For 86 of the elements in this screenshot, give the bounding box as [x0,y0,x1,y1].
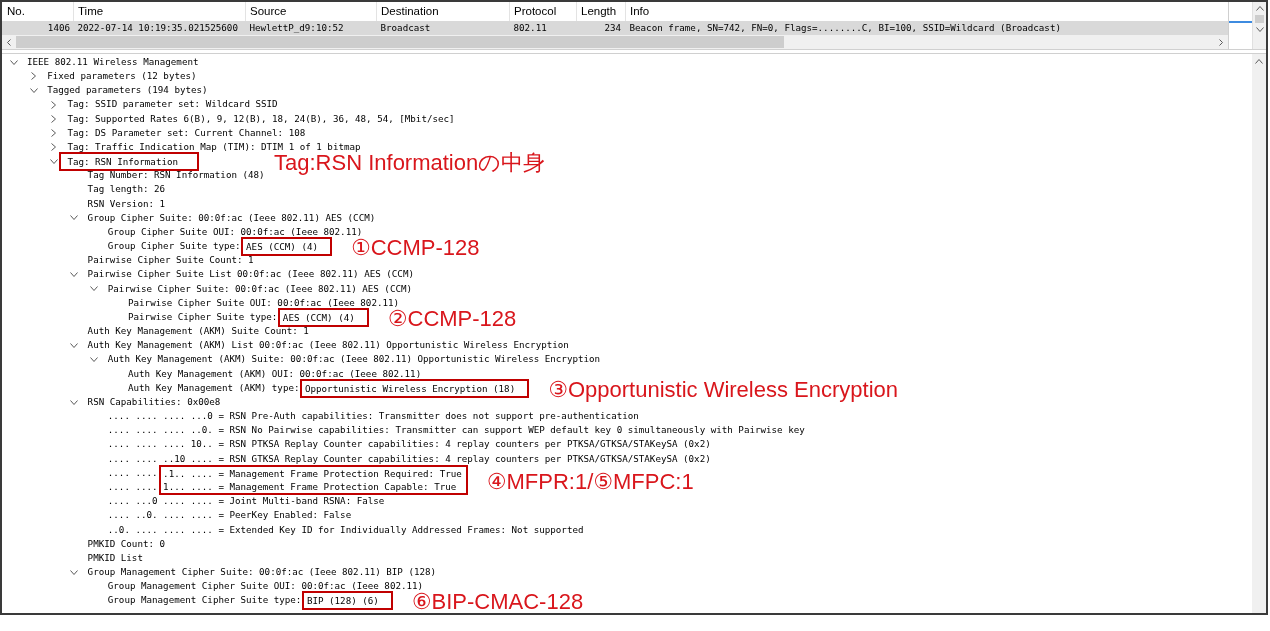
tree-row-text[interactable]: .... ...0 .... .... = Joint Multi-band RSNA: False [107,496,385,507]
tree-row-text[interactable]: RSN Version: 1 [87,198,166,210]
tree-row-text[interactable]: Tag: SSID parameter set: Wildcard SSID [67,99,278,110]
chevron-right-icon[interactable] [1219,38,1223,46]
tree-row-text[interactable]: PMKID List [87,552,143,564]
tree-row-text[interactable]: .... .... [107,480,158,495]
chevron-down-icon[interactable] [49,158,58,164]
tree-row-text[interactable]: PMKID Count: 0 [87,538,166,550]
chevron-down-icon[interactable] [90,286,99,292]
tree-row-text[interactable]: Tag length: 26 [87,184,166,195]
scrollbar-thumb[interactable] [1255,15,1264,23]
tree-row-text[interactable]: .... ..0. .... .... = PeerKey Enabled: False [107,510,352,521]
annotation-label: ①CCMP-128 [351,237,480,258]
column-header[interactable]: No. [2,2,73,21]
vertical-scrollbar[interactable] [1253,2,1266,49]
tree-row-text[interactable]: Auth Key Management (AKM) List 00:0f:ac (Ieee 802.11) Opportunistic Wireless Encryption [87,340,569,351]
chevron-down-icon[interactable] [29,87,38,93]
table-cell-text: 234 [603,21,622,35]
selection-marker-icon [1229,21,1252,23]
chevron-up-icon[interactable] [1255,59,1263,64]
tree-row-text[interactable]: Group Cipher Suite type: [107,241,241,252]
tree-row-text[interactable]: Auth Key Management (AKM) Suite: 00:0f:ac (Ieee 802.11) Opportunistic Wireless Encryption [107,354,601,365]
chevron-down-icon[interactable] [70,569,79,575]
table-cell-text: 1406 [46,21,71,35]
tree-row-text[interactable]: Pairwise Cipher Suite: 00:0f:ac (Ieee 802.11) AES (CCM) [107,283,413,295]
tree-row-text[interactable]: IEEE 802.11 Wireless Management [27,56,199,68]
tree-row-text[interactable]: Tag: Traffic Indication Map (TIM): DTIM 1 of 1 bitmap [67,141,361,153]
tree-row-text[interactable]: Auth Key Management (AKM) OUI: 00:0f:ac (Ieee 802.11) [128,368,422,380]
highlighted-value[interactable]: AES (CCM) (4) [241,236,332,256]
vertical-scrollbar[interactable] [1252,54,1266,613]
highlighted-value[interactable]: AES (CCM) (4) [277,307,369,327]
packet-row[interactable]: 1406 2022-07-14 10:19:35.021525600 HewlettP_d9:10:52 Broadcast 802.11 234 Beacon frame, SN=742, FN=0, Flags=........C, BI=100, SSID=Wildcard (Broadcast) [2,21,1228,35]
tree-row-text[interactable]: .... .... .... ..0. = RSN No Pairwise capabilities: Transmitter can support WEP default key 0 simultaneously with Pairwise key [107,425,805,436]
chevron-down-icon[interactable] [70,399,79,405]
tree-row-text[interactable]: Group Management Cipher Suite: 00:0f:ac (Ieee 802.11) BIP (128) [87,567,437,578]
tree-row-text[interactable]: Tag: Supported Rates 6(B), 9, 12(B), 18, 24(B), 36, 48, 54, [Mbit/sec] [67,113,455,124]
tree-row-text[interactable]: Pairwise Cipher Suite Count: 1 [87,255,254,266]
tree-row-text[interactable]: .... .... .... ...0 = RSN Pre-Auth capabilities: Transmitter does not support pre-authentication [107,411,639,422]
chevron-right-icon[interactable] [51,143,57,152]
chevron-right-icon[interactable] [31,72,37,81]
table-cell-text: HewlettP_d9:10:52 [248,21,345,35]
table-cell-text: Beacon frame, SN=742, FN=0, Flags=........C, BI=100, SSID=Wildcard (Broadcast) [628,21,1062,35]
tree-row-text[interactable]: .... .... [107,466,158,481]
annotation-label: ④MFPR:1/⑤MFPC:1 [486,471,694,492]
table-cell-text: 802.11 [512,21,548,35]
annotation-label: ②CCMP-128 [387,308,517,329]
chevron-down-icon[interactable] [9,59,18,65]
tree-row-text[interactable]: ..0. .... .... .... = Extended Key ID for Individually Addressed Frames: Not supported [107,524,584,535]
table-cell-text: 2022-07-14 10:19:35.021525600 [76,21,239,35]
tree-row-text[interactable]: Pairwise Cipher Suite List 00:0f:ac (Ieee 802.11) AES (CCM) [87,269,414,280]
tree-row-text[interactable]: Tag Number: RSN Information (48) [87,170,265,181]
annotation-label: ③Opportunistic Wireless Encryption [548,379,899,400]
chevron-left-icon[interactable] [7,38,11,46]
tree-row-text[interactable]: Pairwise Cipher Suite OUI: 00:0f:ac (Ieee 802.11) [128,297,400,309]
chevron-down-icon[interactable] [70,215,79,221]
scrollbar-thumb[interactable] [16,36,784,48]
tree-row-text[interactable]: Group Management Cipher Suite type: [107,595,302,606]
highlighted-value[interactable]: BIP (128) (6) [301,591,393,611]
chevron-down-icon[interactable] [1255,27,1264,32]
chevron-down-icon[interactable] [90,357,99,363]
chevron-right-icon[interactable] [51,100,57,109]
tree-row-text[interactable]: Group Cipher Suite: 00:0f:ac (Ieee 802.11) AES (CCM) [87,212,376,224]
annotation-label: Tag:RSN Informationの中身 [274,152,546,173]
tree-row-text[interactable]: .... .... .... 10.. = RSN PTKSA Replay Counter capabilities: 4 replay counters per PTKSA/GTKSA/STAKeySA (0x2) [107,439,711,450]
tree-row-text[interactable]: Auth Key Management (AKM) type: [128,382,300,394]
tree-row-text[interactable]: 1... .... = Management Frame Protection Capable: True [163,480,462,494]
highlighted-value[interactable]: Tag: RSN Information [59,151,200,171]
tree-row-text[interactable]: RSN Capabilities: 0x00e8 [87,396,221,408]
chevron-up-icon[interactable] [1255,6,1264,11]
chevron-right-icon[interactable] [51,128,57,137]
highlighted-value[interactable]: Opportunistic Wireless Encryption (18) [300,378,530,398]
tree-row-text[interactable]: .1.. .... = Management Frame Protection Required: True [163,467,462,481]
tree-row-text[interactable]: Pairwise Cipher Suite type: [128,311,278,323]
tree-row-text[interactable]: Fixed parameters (12 bytes) [47,71,197,82]
tree-row-text[interactable]: Auth Key Management (AKM) Suite Count: 1 [87,326,309,337]
tree-row-text[interactable]: Tag: DS Parameter set: Current Channel: 108 [67,127,306,139]
annotation-label: ⑥BIP-CMAC-128 [411,592,584,613]
horizontal-scrollbar[interactable] [2,35,1228,49]
chevron-right-icon[interactable] [51,114,57,123]
tree-row-text[interactable]: Group Management Cipher Suite OUI: 00:0f:ac (Ieee 802.11) [107,581,424,592]
tree-row-text[interactable]: .... .... ..10 .... = RSN GTKSA Replay Counter capabilities: 4 replay counters per PTKSA/GTKSA/STAKeySA (0x2) [107,453,711,465]
table-cell-text: Broadcast [379,21,432,35]
chevron-down-icon[interactable] [70,272,79,278]
tree-row-text[interactable]: Group Cipher Suite OUI: 00:0f:ac (Ieee 802.11) [107,226,363,238]
tree-row-text[interactable]: Tagged parameters (194 bytes) [47,85,208,96]
chevron-down-icon[interactable] [70,343,79,348]
